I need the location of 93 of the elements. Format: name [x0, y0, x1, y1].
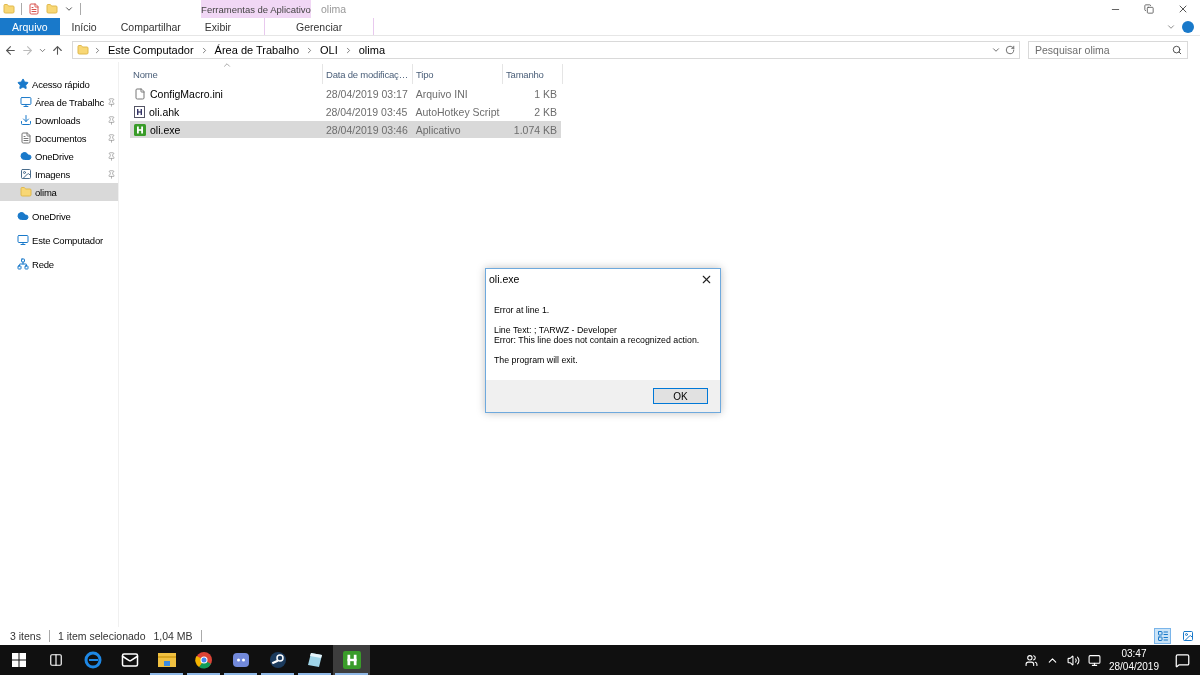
windows-logo-icon — [11, 653, 26, 667]
file-size: 2 KB — [534, 105, 557, 118]
file-name: ConfigMacro.ini — [150, 87, 223, 100]
file-date: 28/04/2019 03:17 — [326, 87, 408, 100]
window-title: olima — [320, 2, 348, 17]
search-icon — [1172, 45, 1182, 55]
taskbar-app-button[interactable] — [333, 645, 370, 675]
sidebar-item[interactable]: OneDrive — [0, 147, 118, 165]
file-date: 28/04/2019 03:46 — [326, 123, 408, 136]
ribbon-tab[interactable]: Compartilhar — [108, 18, 193, 35]
ok-button[interactable]: OK — [653, 388, 708, 404]
document-icon — [20, 132, 32, 144]
script-icon — [134, 105, 145, 118]
column-header[interactable]: Nome — [130, 64, 323, 84]
file-date: 28/04/2019 03:45 — [325, 105, 408, 118]
column-header[interactable]: Tipo — [413, 64, 503, 84]
notifications-icon[interactable] — [1175, 652, 1190, 668]
file-size: 1.074 KB — [513, 123, 557, 136]
up-button[interactable] — [51, 43, 64, 57]
column-header[interactable]: Data de modificaç… — [323, 64, 413, 84]
cloud-icon — [17, 210, 29, 222]
dialog-message: Error at line 1. — [494, 305, 551, 315]
file-type: Aplicativo — [415, 123, 461, 136]
breadcrumb[interactable]: olima — [356, 44, 388, 56]
mail-icon — [120, 651, 139, 669]
file-name: oli.ahk — [149, 105, 180, 118]
column-header[interactable]: Tamanho — [503, 64, 563, 84]
monitor-icon — [20, 96, 32, 108]
breadcrumb[interactable]: Este Computador — [106, 44, 196, 56]
restore-icon — [1144, 4, 1154, 14]
star-icon — [17, 78, 29, 90]
file-type: Arquivo INI — [415, 87, 468, 100]
notepad-icon — [305, 651, 324, 669]
close-icon — [1177, 3, 1189, 15]
file-icon — [134, 87, 146, 100]
ribbon-tab[interactable]: Exibir — [192, 18, 244, 35]
app-icon — [342, 651, 361, 669]
network-icon[interactable] — [1087, 653, 1101, 667]
details-view-button[interactable] — [1154, 628, 1171, 644]
ribbon-tab[interactable]: Arquivo — [0, 18, 60, 35]
task-view-icon — [48, 653, 63, 667]
selection-size: 1,04 MB — [153, 630, 193, 642]
sidebar-item[interactable]: Rede — [0, 255, 118, 273]
dialog-message: Line Text: ; TARWZ - Developer — [494, 325, 619, 335]
back-button[interactable] — [4, 43, 17, 57]
search-field[interactable]: Pesquisar olima — [1028, 41, 1188, 59]
sidebar-item[interactable]: Área de Trabalhc — [0, 93, 118, 111]
chevron-icon — [93, 45, 102, 55]
dialog-title: oli.exe — [489, 273, 520, 285]
ribbon-tab[interactable]: Início — [59, 18, 109, 35]
sidebar-item[interactable]: Acesso rápido — [0, 75, 118, 93]
folder-icon — [77, 44, 89, 56]
file-size: 1 KB — [534, 87, 557, 100]
file-type: AutoHotkey Script — [415, 105, 500, 118]
download-icon — [20, 114, 32, 126]
volume-icon[interactable] — [1066, 653, 1080, 667]
sidebar-item[interactable]: OneDrive — [0, 207, 118, 225]
folder-icon — [20, 186, 32, 198]
sidebar-item[interactable]: Imagens — [0, 165, 118, 183]
sidebar-item[interactable]: Downloads — [0, 111, 118, 129]
help-icon[interactable] — [1182, 20, 1194, 33]
dropdown-icon[interactable] — [64, 4, 74, 14]
people-icon[interactable] — [1024, 653, 1038, 667]
selection-count: 1 item selecionado — [57, 630, 146, 642]
refresh-icon[interactable] — [1005, 45, 1015, 55]
dialog-message: Error: This line does not contain a recognized action. — [494, 335, 701, 345]
sidebar-item[interactable]: Este Computador — [0, 231, 118, 249]
file-row[interactable]: ConfigMacro.ini 28/04/2019 03:17 Arquivo INI 1 KB — [130, 85, 561, 102]
folder-icon — [157, 652, 176, 668]
file-row[interactable]: oli.ahk 28/04/2019 03:45 AutoHotkey Script 2 KB — [130, 103, 561, 120]
clock[interactable]: 03:47 28/04/2019 — [1108, 647, 1159, 673]
ribbon-tab[interactable]: Gerenciar — [264, 18, 375, 35]
dropdown-icon[interactable] — [991, 45, 1001, 55]
address-bar[interactable]: Este Computador Área de Trabalho OLI olima — [72, 41, 1020, 59]
network-icon — [17, 258, 29, 270]
breadcrumb[interactable]: Área de Trabalho — [212, 44, 301, 56]
breadcrumb[interactable]: OLI — [318, 44, 340, 56]
computer-icon — [17, 234, 29, 246]
image-icon — [20, 168, 32, 180]
browser-icon — [83, 651, 102, 669]
item-count: 3 itens — [10, 630, 41, 642]
sort-caret-icon — [222, 60, 232, 70]
app-icon — [134, 123, 146, 136]
chevron-icon — [305, 45, 314, 55]
file-name: oli.exe — [150, 123, 181, 136]
cloud-icon — [20, 150, 32, 162]
chat-app-icon — [231, 651, 250, 669]
dialog-message: The program will exit. — [494, 355, 579, 365]
file-row[interactable]: oli.exe 28/04/2019 03:46 Aplicativo 1.074 KB — [130, 121, 561, 138]
context-tab-header: Ferramentas de Aplicativo — [201, 0, 311, 18]
sidebar-item[interactable]: Documentos — [0, 129, 118, 147]
properties-icon[interactable] — [28, 3, 40, 15]
sidebar-item[interactable]: olima — [0, 183, 118, 201]
